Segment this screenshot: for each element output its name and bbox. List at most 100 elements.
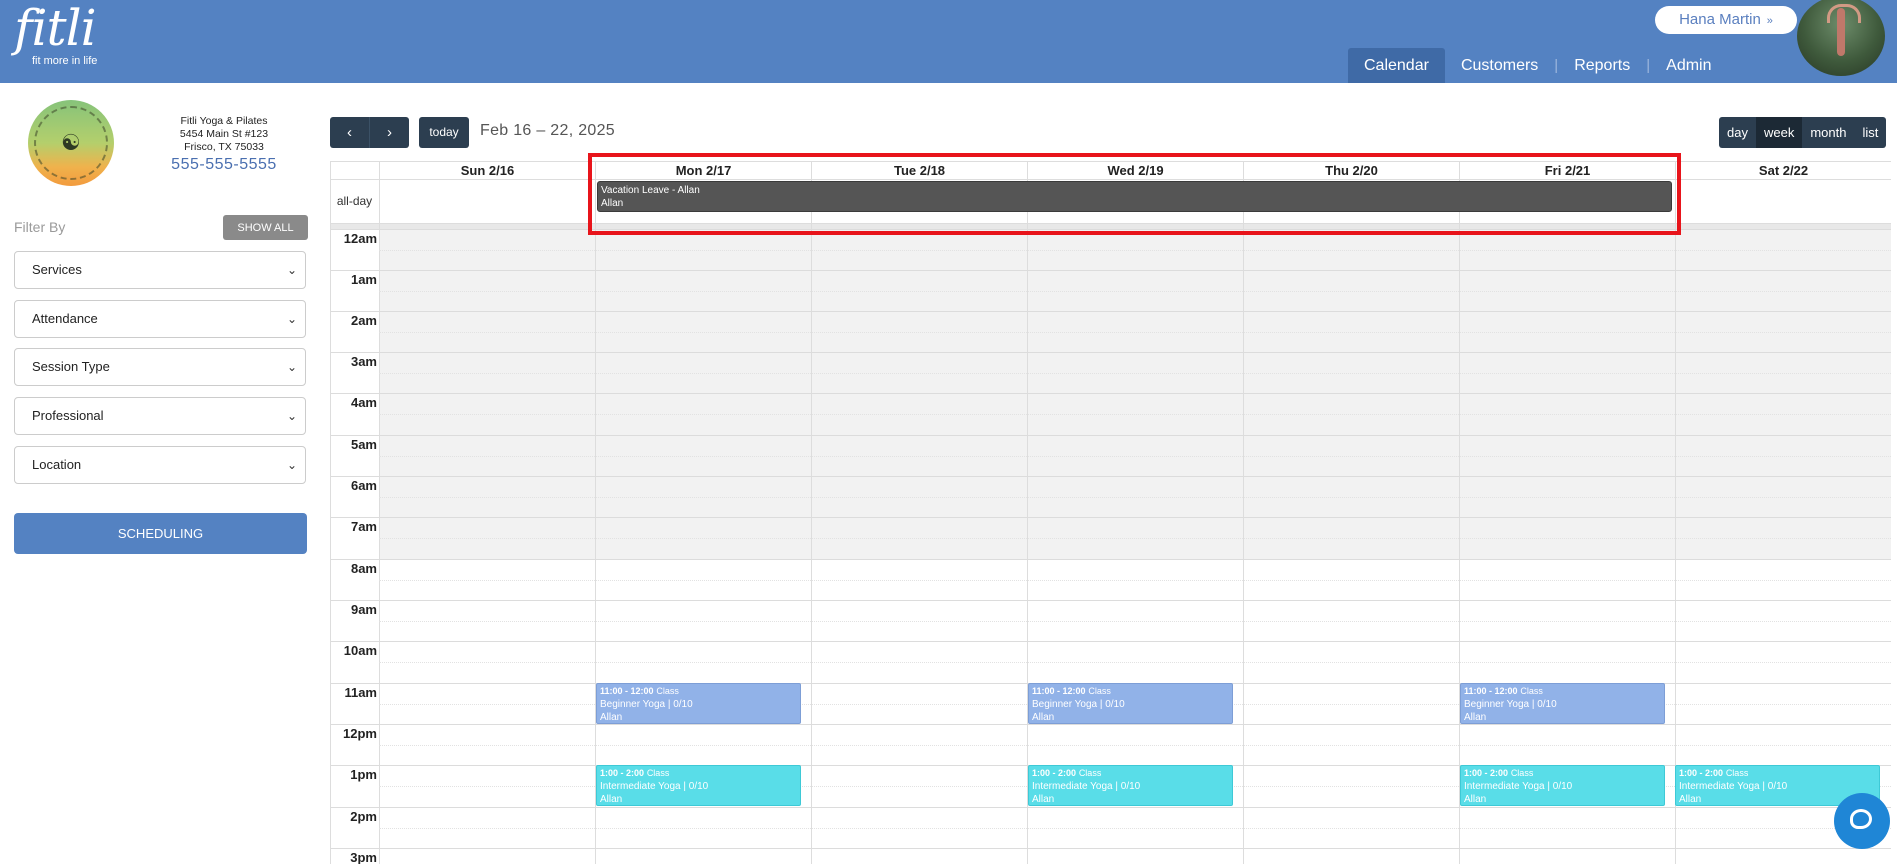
hour-line — [331, 393, 1891, 394]
meditation-icon: ☯ — [61, 130, 81, 155]
day-column[interactable] — [1027, 179, 1243, 864]
attendance-select[interactable]: Attendance ⌄ — [14, 300, 306, 338]
half-hour-line — [379, 580, 1891, 581]
studio-address-line2: Frisco, TX 75033 — [184, 141, 264, 153]
half-hour-line — [379, 456, 1891, 457]
location-select-label: Location — [32, 457, 82, 472]
date-nav-group: ‹ › — [330, 117, 409, 148]
day-header-sat[interactable]: Sat 2/22 — [1675, 162, 1891, 179]
show-all-button[interactable]: SHOW ALL — [223, 215, 308, 240]
hour-line — [331, 559, 1891, 560]
day-column[interactable] — [1459, 179, 1675, 864]
event-kind: Class — [1725, 768, 1749, 778]
hour-label: 3pm — [350, 850, 377, 864]
scheduling-button[interactable]: SCHEDULING — [14, 513, 307, 554]
event-person: Allan — [1032, 712, 1055, 723]
hour-label: 12am — [343, 231, 377, 246]
class-event[interactable]: 1:00 - 2:00 Class Intermediate Yoga | 0/… — [1460, 765, 1665, 806]
day-column[interactable] — [595, 179, 811, 864]
location-select[interactable]: Location ⌄ — [14, 446, 306, 484]
next-week-button[interactable]: › — [370, 117, 409, 148]
hour-line — [331, 724, 1891, 725]
hour-label: 12pm — [343, 726, 377, 741]
chevron-down-icon: ⌄ — [286, 409, 297, 423]
event-time: 1:00 - 2:00 — [1464, 768, 1509, 778]
class-event[interactable]: 1:00 - 2:00 Class Intermediate Yoga | 0/… — [1028, 765, 1233, 806]
day-column[interactable] — [379, 179, 595, 864]
hour-line — [331, 311, 1891, 312]
hour-label: 6am — [350, 478, 377, 493]
session-type-select-label: Session Type — [32, 359, 110, 374]
hour-line — [331, 435, 1891, 436]
half-hour-line — [379, 745, 1891, 746]
all-day-label: all-day — [336, 194, 373, 208]
logo-tagline: fit more in life — [32, 55, 98, 67]
hour-label: 1pm — [350, 767, 377, 782]
event-time: 1:00 - 2:00 — [1032, 768, 1077, 778]
today-button[interactable]: today — [419, 117, 469, 148]
chevron-down-icon: ⌄ — [286, 360, 297, 374]
class-event[interactable]: 1:00 - 2:00 Class Intermediate Yoga | 0/… — [596, 765, 801, 806]
studio-address-line1: 5454 Main St #123 — [179, 128, 269, 140]
day-header-sun[interactable]: Sun 2/16 — [379, 162, 595, 179]
view-list-button[interactable]: list — [1854, 117, 1886, 148]
view-day-button[interactable]: day — [1719, 117, 1756, 148]
hour-label: 2pm — [350, 809, 377, 824]
view-switcher: day week month list — [1719, 117, 1887, 148]
nav-reports[interactable]: Reports — [1558, 48, 1646, 83]
hour-line — [331, 352, 1891, 353]
half-hour-line — [379, 497, 1891, 498]
hour-line — [331, 517, 1891, 518]
nav-calendar[interactable]: Calendar — [1348, 48, 1445, 83]
hour-label: 8am — [350, 561, 377, 576]
hour-label: 7am — [350, 519, 377, 534]
view-week-button[interactable]: week — [1755, 117, 1803, 148]
hour-label: 10am — [343, 643, 377, 658]
event-person: Allan — [600, 794, 623, 805]
event-person: Allan — [1464, 712, 1487, 723]
event-title: Beginner Yoga | 0/10 — [1032, 699, 1125, 710]
nav-customers[interactable]: Customers — [1445, 48, 1554, 83]
day-column[interactable] — [1243, 179, 1459, 864]
view-month-button[interactable]: month — [1802, 117, 1854, 148]
class-event[interactable]: 11:00 - 12:00 Class Beginner Yoga | 0/10… — [596, 683, 801, 724]
half-hour-line — [379, 662, 1891, 663]
hour-label: 3am — [350, 354, 377, 369]
event-kind: Class — [1520, 686, 1543, 696]
studio-address: Fitli Yoga & Pilates 5454 Main St #123 F… — [162, 115, 286, 154]
nav-admin[interactable]: Admin — [1650, 48, 1727, 83]
professional-select[interactable]: Professional ⌄ — [14, 397, 306, 435]
day-column[interactable] — [811, 179, 1027, 864]
chat-button[interactable] — [1834, 793, 1890, 849]
avatar-figure — [1837, 8, 1845, 56]
half-hour-line — [379, 414, 1891, 415]
event-time: 11:00 - 12:00 — [1464, 686, 1518, 696]
hour-label: 5am — [350, 437, 377, 452]
event-kind: Class — [1510, 768, 1534, 778]
studio-logo: ☯ — [28, 100, 114, 186]
class-event[interactable]: 11:00 - 12:00 Class Beginner Yoga | 0/10… — [1028, 683, 1233, 724]
services-select[interactable]: Services ⌄ — [14, 251, 306, 289]
avatar[interactable] — [1797, 0, 1885, 76]
event-title: Beginner Yoga | 0/10 — [600, 699, 693, 710]
day-column[interactable] — [1675, 179, 1891, 864]
event-title: Intermediate Yoga | 0/10 — [600, 781, 709, 792]
hour-line — [331, 807, 1891, 808]
hour-line — [331, 476, 1891, 477]
user-name: Hana Martin — [1679, 11, 1761, 28]
class-event[interactable]: 11:00 - 12:00 Class Beginner Yoga | 0/10… — [1460, 683, 1665, 724]
hour-label: 11am — [344, 685, 377, 700]
studio-phone[interactable]: 555-555-5555 — [162, 156, 286, 174]
fitli-logo[interactable]: fitli fit more in life — [14, 2, 97, 67]
session-type-select[interactable]: Session Type ⌄ — [14, 348, 306, 386]
half-hour-line — [379, 621, 1891, 622]
half-hour-line — [379, 828, 1891, 829]
user-menu-button[interactable]: Hana Martin » — [1655, 6, 1797, 34]
half-hour-line — [379, 291, 1891, 292]
half-hour-line — [379, 332, 1891, 333]
event-kind: Class — [1088, 686, 1111, 696]
chat-bubble-icon — [1850, 809, 1872, 829]
event-time: 1:00 - 2:00 — [1679, 768, 1724, 778]
prev-week-button[interactable]: ‹ — [330, 117, 370, 148]
chevron-down-icon: » — [1766, 15, 1773, 27]
